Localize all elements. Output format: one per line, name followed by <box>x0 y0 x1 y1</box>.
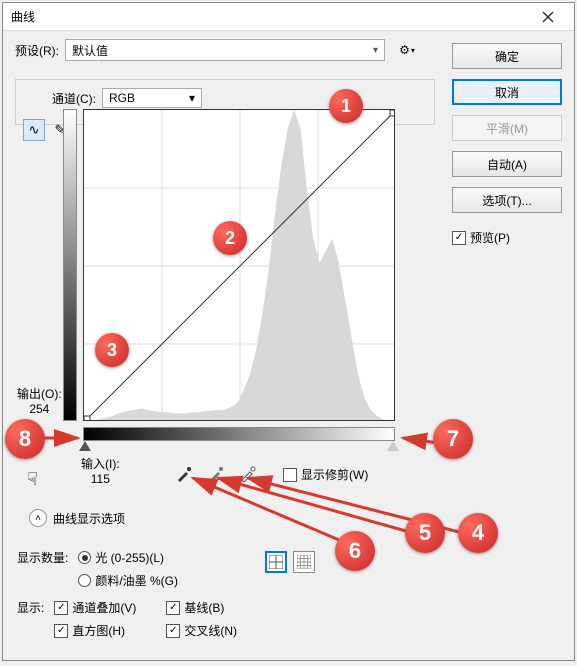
channel-row: 通道(C): RGB ▾ <box>52 88 428 108</box>
white-point-slider[interactable] <box>387 441 399 451</box>
input-label-group: 输入(I): 115 <box>81 455 120 486</box>
show-amount-label: 显示数量: <box>17 549 68 589</box>
show-section: 显示: 通道叠加(V) 直方图(H) 基线(B) 交叉线(N) <box>17 599 237 639</box>
close-button[interactable] <box>530 6 566 28</box>
light-radio[interactable] <box>78 551 91 564</box>
preset-value: 默认值 <box>72 42 108 59</box>
output-gradient <box>63 109 77 421</box>
grid-fine-icon <box>297 555 311 569</box>
show-label: 显示: <box>17 599 44 639</box>
histogram-label: 直方图(H) <box>72 622 125 639</box>
histogram-row[interactable]: 直方图(H) <box>54 622 136 639</box>
annotation-badge-3: 3 <box>95 333 129 367</box>
curves-graph[interactable] <box>83 109 395 421</box>
white-eyedropper[interactable] <box>237 463 259 485</box>
input-gradient <box>83 427 395 441</box>
annotation-badge-6: 6 <box>335 531 375 571</box>
targeted-adjust-tool[interactable]: ☟ <box>27 469 38 490</box>
eyedropper-icon <box>207 465 225 483</box>
eyedropper-row <box>173 463 259 485</box>
display-options-label: 曲线显示选项 <box>53 510 125 527</box>
annotation-badge-2: 2 <box>213 221 247 255</box>
gear-icon: ⚙ <box>399 43 410 57</box>
chevron-down-icon: ▾ <box>411 46 415 55</box>
preview-checkbox-row[interactable]: 预览(P) <box>452 229 562 246</box>
curves-dialog: 曲线 预设(R): 默认值 ▾ ⚙ ▾ 确定 取消 平滑(M) 自动(A) 选项… <box>2 2 575 661</box>
annotation-badge-5: 5 <box>405 513 445 553</box>
channel-value: RGB <box>109 91 135 105</box>
pigment-radio[interactable] <box>78 574 91 587</box>
channel-select[interactable]: RGB ▾ <box>102 88 202 108</box>
output-label: 输出(O): <box>17 385 62 402</box>
baseline-row[interactable]: 基线(B) <box>166 599 237 616</box>
cancel-button[interactable]: 取消 <box>452 79 562 105</box>
baseline-label: 基线(B) <box>184 599 224 616</box>
intersection-row[interactable]: 交叉线(N) <box>166 622 237 639</box>
ok-button[interactable]: 确定 <box>452 43 562 69</box>
annotation-badge-4: 4 <box>458 513 498 553</box>
annotation-badge-1: 1 <box>329 89 363 123</box>
curve-tool-icon: ∿ <box>29 122 40 138</box>
preview-checkbox[interactable] <box>452 231 466 245</box>
close-icon <box>542 11 554 23</box>
pigment-radio-label: 颜料/油墨 %(G) <box>95 572 178 589</box>
grid-fine-button[interactable] <box>293 551 315 573</box>
show-clipping-label: 显示修剪(W) <box>301 466 368 483</box>
grid-coarse-button[interactable] <box>265 551 287 573</box>
output-label-group: 输出(O): 254 <box>17 385 62 416</box>
chevron-up-icon: ˄ <box>35 513 41 524</box>
channel-overlay-row[interactable]: 通道叠加(V) <box>54 599 136 616</box>
light-radio-row[interactable]: 光 (0-255)(L) <box>78 549 178 566</box>
preset-menu-button[interactable]: ⚙ ▾ <box>397 40 417 60</box>
black-point-slider[interactable] <box>79 441 91 451</box>
channel-overlay-label: 通道叠加(V) <box>72 599 136 616</box>
show-amount-section: 显示数量: 光 (0-255)(L) 颜料/油墨 %(G) <box>17 549 178 589</box>
collapse-button[interactable]: ˄ <box>29 509 47 527</box>
show-clipping-row[interactable]: 显示修剪(W) <box>283 466 368 483</box>
display-options-row[interactable]: ˄ 曲线显示选项 <box>29 509 125 527</box>
grid-size-buttons <box>265 551 315 573</box>
chevron-down-icon: ▾ <box>189 91 195 105</box>
auto-button[interactable]: 自动(A) <box>452 151 562 177</box>
curve-point-tool[interactable]: ∿ <box>23 119 45 141</box>
options-button[interactable]: 选项(T)... <box>452 187 562 213</box>
intersection-checkbox[interactable] <box>166 624 180 638</box>
intersection-label: 交叉线(N) <box>184 622 237 639</box>
input-label: 输入(I): <box>81 455 120 472</box>
hand-icon: ☟ <box>27 469 38 489</box>
grid-coarse-icon <box>269 555 283 569</box>
baseline-checkbox[interactable] <box>166 601 180 615</box>
right-button-column: 确定 取消 平滑(M) 自动(A) 选项(T)... 预览(P) <box>452 43 562 246</box>
histogram-checkbox[interactable] <box>54 624 68 638</box>
eyedropper-icon <box>175 465 193 483</box>
eyedropper-icon <box>239 465 257 483</box>
curves-graph-svg <box>84 110 395 421</box>
channel-overlay-checkbox[interactable] <box>54 601 68 615</box>
titlebar: 曲线 <box>3 3 574 31</box>
input-value: 115 <box>81 472 120 486</box>
pigment-radio-row[interactable]: 颜料/油墨 %(G) <box>78 572 178 589</box>
gray-eyedropper[interactable] <box>205 463 227 485</box>
annotation-badge-8: 8 <box>5 419 45 459</box>
preset-label: 预设(R): <box>15 42 59 59</box>
preview-label: 预览(P) <box>470 229 510 246</box>
window-title: 曲线 <box>11 8 35 25</box>
channel-label: 通道(C): <box>52 90 96 107</box>
light-radio-label: 光 (0-255)(L) <box>95 549 164 566</box>
output-value: 254 <box>17 402 62 416</box>
smooth-button[interactable]: 平滑(M) <box>452 115 562 141</box>
chevron-down-icon: ▾ <box>373 45 378 56</box>
annotation-badge-7: 7 <box>433 419 473 459</box>
show-clipping-checkbox[interactable] <box>283 468 297 482</box>
preset-select[interactable]: 默认值 ▾ <box>65 39 385 61</box>
black-eyedropper[interactable] <box>173 463 195 485</box>
